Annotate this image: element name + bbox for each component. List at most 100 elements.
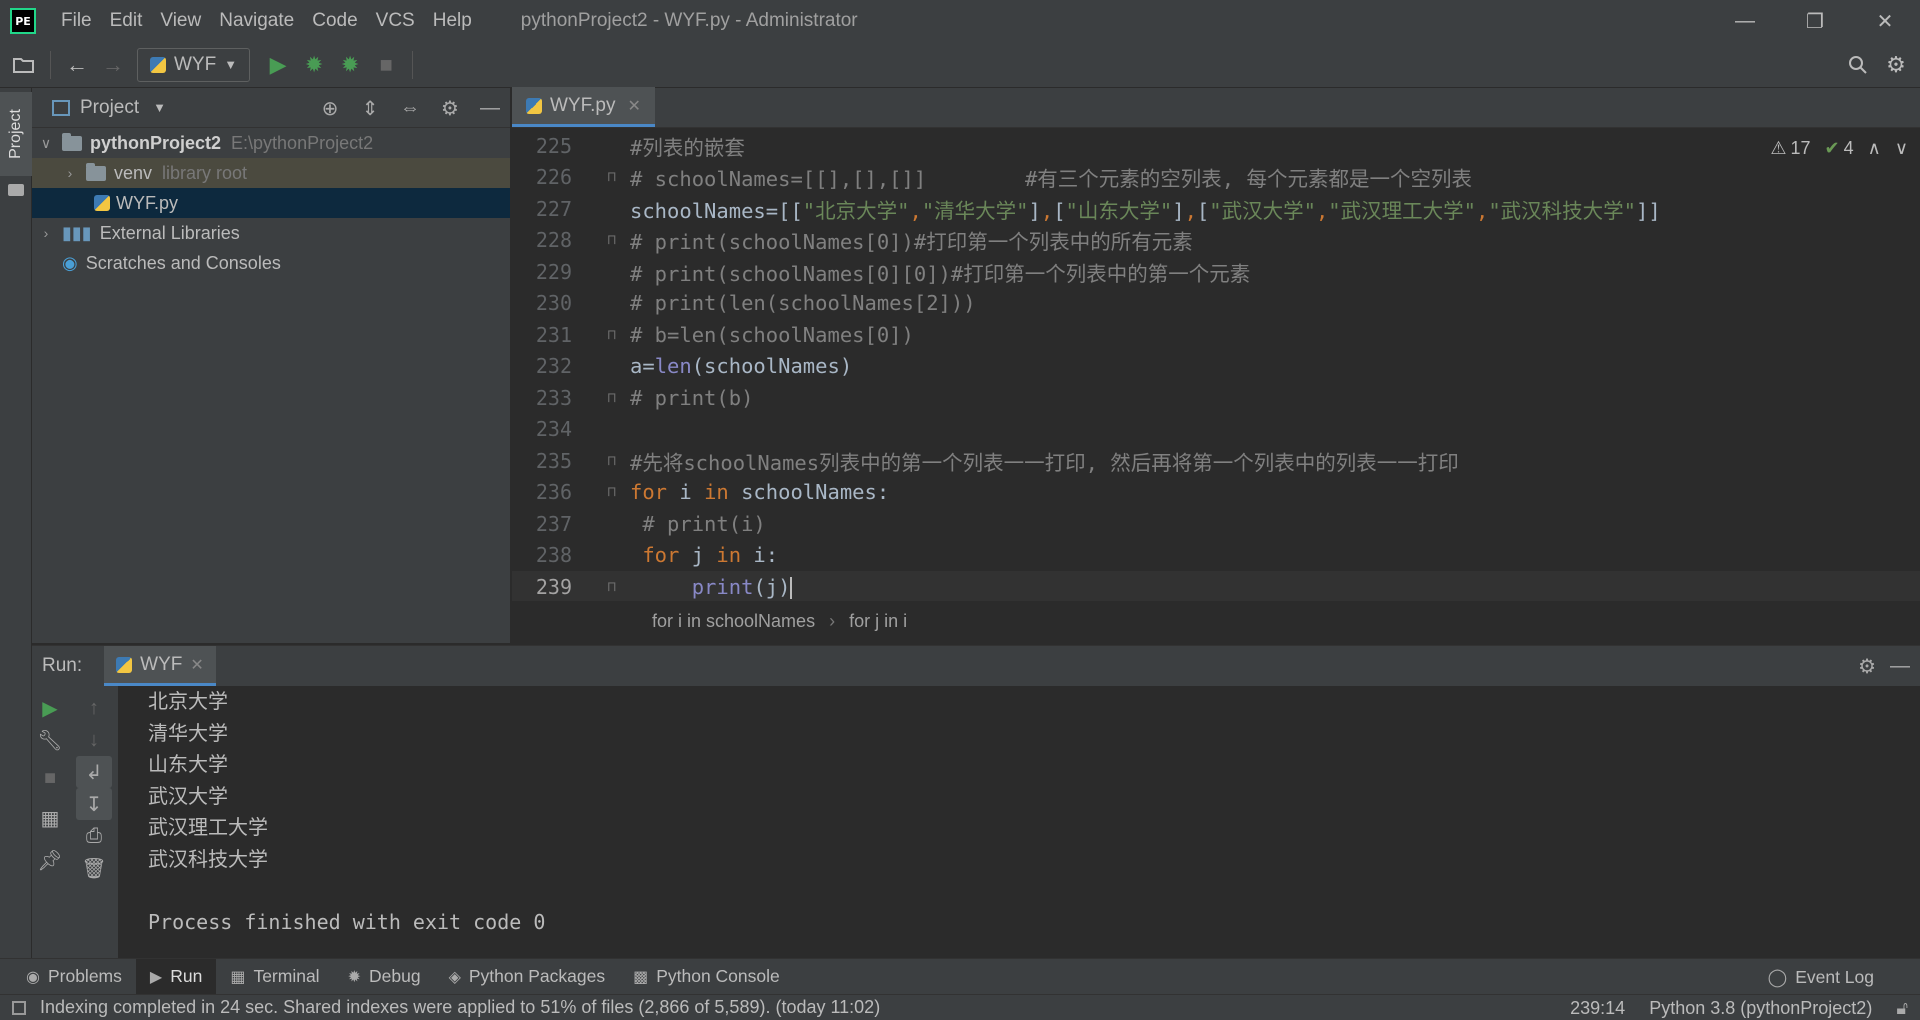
tab-python-console[interactable]: ▩ Python Console bbox=[619, 959, 794, 995]
code-line[interactable]: 239 ⊓ print(j) bbox=[512, 571, 1920, 600]
code-line[interactable]: 230 # print(len(schoolNames[2])) bbox=[512, 288, 1920, 320]
code-line[interactable]: 235 ⊓ #先将schoolNames列表中的第一个列表一一打印, 然后再将第一个… bbox=[512, 445, 1920, 477]
menu-navigate[interactable]: Navigate bbox=[210, 10, 303, 32]
chevron-down-icon[interactable]: ▼ bbox=[153, 100, 166, 115]
code-line[interactable]: 236 ⊓ for i in schoolNames: bbox=[512, 477, 1920, 509]
print-icon[interactable]: ⎙ bbox=[76, 820, 112, 852]
code-line[interactable]: 231 ⊓ # b=len(schoolNames[0]) bbox=[512, 319, 1920, 351]
tab-debug[interactable]: ✹ Debug bbox=[334, 959, 435, 995]
hide-panel-icon[interactable]: — bbox=[470, 97, 510, 120]
code-token: schoolNames: bbox=[728, 480, 890, 505]
coverage-icon[interactable]: ✹ bbox=[332, 47, 368, 83]
tab-python-packages[interactable]: ◈ Python Packages bbox=[435, 959, 620, 995]
back-arrow-icon[interactable]: ← bbox=[59, 47, 95, 83]
code-line[interactable]: 232 a=len(schoolNames) bbox=[512, 351, 1920, 383]
scroll-to-end-icon[interactable]: ↧ bbox=[76, 788, 112, 820]
code-line[interactable]: 229 # print(schoolNames[0][0])#打印第一个列表中的第… bbox=[512, 256, 1920, 288]
code-editor[interactable]: 225 #列表的嵌套 226 ⊓ # schoolNames=[[],[],[]] #有… bbox=[512, 130, 1920, 600]
tree-item-wyf-py[interactable]: WYF.py bbox=[32, 188, 510, 218]
code-line[interactable]: 227 schoolNames=[["北京大学","清华大学"],["山东大学"]… bbox=[512, 193, 1920, 225]
run-panel: Run: WYF ✕ ⚙ — ▶ ↑ 🔧︎ ↓ ↲ ■ ↧ ▦ ⎙ 🗑︎ 📌︎ … bbox=[32, 645, 1920, 959]
wrench-icon[interactable]: 🔧︎ bbox=[32, 724, 68, 756]
fold-marker-icon[interactable]: ⊓ bbox=[572, 484, 622, 500]
tab-wyf-py[interactable]: WYF.py ✕ bbox=[512, 87, 655, 127]
fold-marker-icon[interactable]: ⊓ bbox=[572, 390, 622, 406]
breadcrumb-item[interactable]: for i in schoolNames bbox=[652, 611, 815, 632]
menu-view[interactable]: View bbox=[151, 10, 210, 32]
forward-arrow-icon[interactable]: → bbox=[95, 47, 131, 83]
settings-gear-icon[interactable]: ⚙ bbox=[1878, 47, 1914, 83]
menu-file[interactable]: File bbox=[52, 10, 101, 32]
chevron-down-icon[interactable]: ∨ bbox=[36, 135, 56, 152]
tab-terminal[interactable]: ▦ Terminal bbox=[216, 959, 333, 995]
menu-code[interactable]: Code bbox=[303, 10, 366, 32]
expand-all-icon[interactable]: ⇕ bbox=[350, 96, 390, 121]
console-output[interactable]: 北京大学 清华大学 山东大学 武汉大学 武汉理工大学 武汉科技大学 Proces… bbox=[130, 686, 1920, 959]
fold-marker-icon[interactable]: ⊓ bbox=[572, 579, 622, 595]
menu-vcs[interactable]: VCS bbox=[367, 10, 424, 32]
problems-icon: ◉ bbox=[26, 968, 40, 986]
pin-icon[interactable]: 📌︎ bbox=[32, 844, 68, 876]
tree-item-scratches[interactable]: ◉ Scratches and Consoles bbox=[32, 248, 510, 278]
hide-panel-icon[interactable]: — bbox=[1890, 655, 1910, 678]
search-icon[interactable] bbox=[1840, 47, 1876, 83]
tree-item-external-libraries[interactable]: › ▮▮▮ External Libraries bbox=[32, 218, 510, 248]
code-token: "武汉理工大学" bbox=[1328, 198, 1476, 223]
fold-marker-icon[interactable]: ⊓ bbox=[572, 453, 622, 469]
code-line[interactable]: 226 ⊓ # schoolNames=[[],[],[]] #有三个元素的空列表,… bbox=[512, 162, 1920, 194]
gear-icon[interactable]: ⚙ bbox=[430, 96, 470, 121]
gear-icon[interactable]: ⚙ bbox=[1858, 654, 1876, 679]
run-tab-wyf[interactable]: WYF ✕ bbox=[104, 646, 216, 686]
collapse-all-icon[interactable]: ⇔ bbox=[390, 97, 430, 120]
breadcrumb-item[interactable]: for j in i bbox=[849, 611, 907, 632]
rerun-icon[interactable]: ▶ bbox=[32, 692, 68, 724]
lock-icon[interactable]: 🔓︎ bbox=[1896, 998, 1908, 1019]
code-line[interactable]: 233 ⊓ # print(b) bbox=[512, 382, 1920, 414]
tree-item-venv[interactable]: › venv library root bbox=[32, 158, 510, 188]
code-line[interactable]: 238 for j in i: bbox=[512, 540, 1920, 572]
caret-position[interactable]: 239:14 bbox=[1570, 998, 1625, 1019]
stop-icon[interactable]: ■ bbox=[368, 47, 404, 83]
event-log-button[interactable]: ◯ Event Log bbox=[1768, 959, 1874, 995]
chevron-right-icon[interactable]: › bbox=[36, 225, 56, 241]
scroll-up-icon[interactable]: ↑ bbox=[76, 692, 112, 724]
stop-icon[interactable]: ■ bbox=[32, 762, 68, 794]
menu-edit[interactable]: Edit bbox=[101, 10, 152, 32]
code-line[interactable]: 225 #列表的嵌套 bbox=[512, 130, 1920, 162]
layout-icon[interactable]: ▦ bbox=[32, 802, 68, 834]
project-panel-title[interactable]: Project bbox=[80, 97, 139, 119]
run-config-selector[interactable]: WYF ▼ bbox=[137, 47, 251, 82]
status-message[interactable]: Indexing completed in 24 sec. Shared ind… bbox=[40, 997, 880, 1018]
close-window-icon[interactable]: ✕ bbox=[1850, 0, 1920, 42]
minimize-icon[interactable]: — bbox=[1710, 0, 1780, 42]
tab-problems[interactable]: ◉ Problems bbox=[12, 959, 136, 995]
code-token: in bbox=[704, 480, 729, 505]
chevron-up-icon[interactable]: ∧ bbox=[1868, 138, 1881, 159]
chevron-down-icon[interactable]: ∨ bbox=[1895, 138, 1908, 159]
tab-run[interactable]: ▶ Run bbox=[135, 958, 217, 995]
tree-item-project-root[interactable]: ∨ pythonProject2 E:\pythonProject2 bbox=[32, 128, 510, 158]
project-tool-tab[interactable]: Project bbox=[0, 92, 32, 176]
run-icon[interactable]: ▶ bbox=[260, 47, 296, 83]
chevron-right-icon[interactable]: › bbox=[60, 165, 80, 181]
scroll-down-icon[interactable]: ↓ bbox=[76, 724, 112, 756]
code-line[interactable]: 228 ⊓ # print(schoolNames[0])#打印第一个列表中的所有元… bbox=[512, 225, 1920, 257]
locate-icon[interactable]: ⊕ bbox=[310, 96, 350, 121]
status-toggle-icon[interactable] bbox=[12, 1000, 26, 1015]
debug-icon[interactable]: ✹ bbox=[296, 47, 332, 83]
close-tab-icon[interactable]: ✕ bbox=[190, 655, 203, 675]
inspection-indicators[interactable]: ⚠ 17 ✔ 4 ∧ ∨ bbox=[1770, 138, 1908, 159]
open-folder-icon[interactable] bbox=[6, 47, 42, 83]
interpreter-selector[interactable]: Python 3.8 (pythonProject2) bbox=[1649, 998, 1872, 1019]
restore-icon[interactable]: ❐ bbox=[1780, 0, 1850, 42]
fold-marker-icon[interactable]: ⊓ bbox=[572, 232, 622, 248]
menu-help[interactable]: Help bbox=[424, 10, 481, 32]
fold-marker-icon[interactable]: ⊓ bbox=[572, 327, 622, 343]
close-tab-icon[interactable]: ✕ bbox=[627, 96, 640, 116]
code-line[interactable]: 237 # print(i) bbox=[512, 508, 1920, 540]
code-line[interactable]: 234 bbox=[512, 414, 1920, 446]
soft-wrap-icon[interactable]: ↲ bbox=[76, 756, 112, 788]
fold-marker-icon[interactable]: ⊓ bbox=[572, 169, 622, 185]
trash-icon[interactable]: 🗑︎ bbox=[76, 852, 112, 884]
folder-icon[interactable] bbox=[8, 184, 24, 196]
